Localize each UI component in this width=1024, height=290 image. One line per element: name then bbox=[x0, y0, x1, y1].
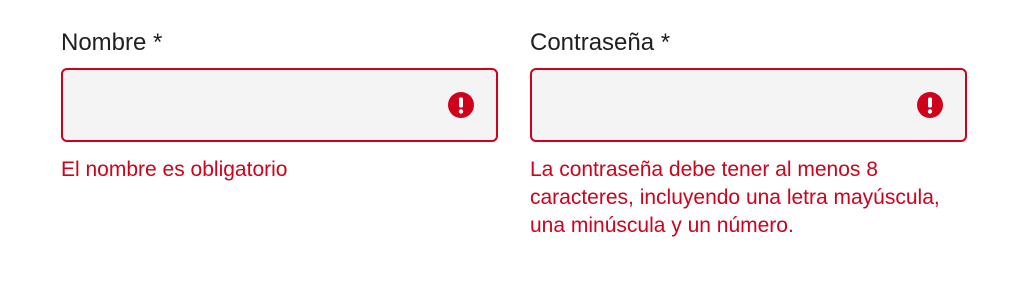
name-input-container[interactable] bbox=[61, 68, 498, 142]
password-label: Contraseña * bbox=[530, 29, 671, 56]
name-field-group: Nombre * El nombre es obligatorio bbox=[61, 26, 498, 184]
name-input[interactable] bbox=[63, 70, 496, 140]
error-icon bbox=[917, 92, 943, 118]
name-error-message: El nombre es obligatorio bbox=[61, 158, 288, 181]
error-icon bbox=[448, 92, 474, 118]
password-field-group: Contraseña * La contraseña debe tener al… bbox=[530, 26, 967, 240]
password-input-container[interactable] bbox=[530, 68, 967, 142]
password-input[interactable] bbox=[532, 70, 965, 140]
password-error-message: La contraseña debe tener al menos 8 cara… bbox=[530, 158, 940, 237]
name-label: Nombre * bbox=[61, 29, 163, 56]
